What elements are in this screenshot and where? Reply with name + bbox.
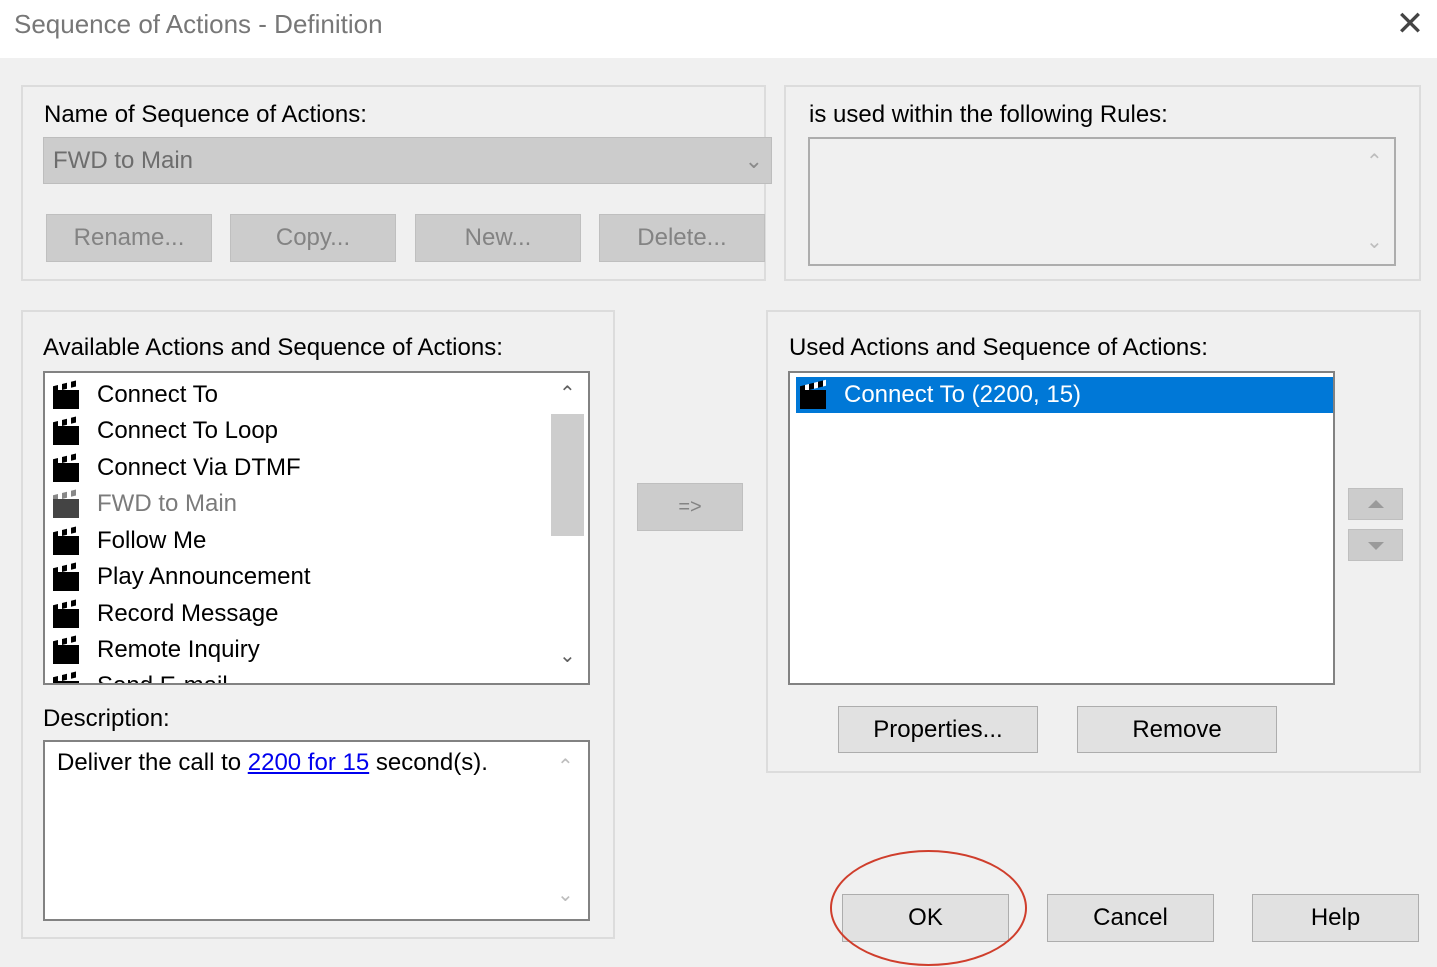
clapperboard-icon: [51, 598, 81, 628]
list-item-label: Remote Inquiry: [97, 636, 260, 663]
list-item-label: Record Message: [97, 600, 279, 627]
scroll-down-icon[interactable]: ⌄: [559, 643, 576, 668]
list-item[interactable]: Play Announcement: [51, 559, 310, 595]
move-up-button[interactable]: [1348, 488, 1403, 520]
remove-button[interactable]: Remove: [1077, 706, 1277, 753]
clapperboard-icon: [51, 525, 81, 555]
scroll-up-icon[interactable]: ⌃: [1366, 149, 1383, 174]
sequence-name-combo: FWD to Main ⌄: [43, 137, 772, 184]
used-actions-list[interactable]: Connect To (2200, 15): [788, 371, 1335, 685]
list-item-selected[interactable]: Connect To (2200, 15): [796, 377, 1333, 413]
list-item-label: Connect To: [97, 381, 218, 408]
list-item-label: Play Announcement: [97, 563, 311, 590]
close-icon[interactable]: ✕: [1394, 6, 1426, 42]
list-item-label: Connect To Loop: [97, 417, 279, 444]
list-item-label: Connect To (2200, 15): [844, 381, 1082, 408]
list-item[interactable]: Connect To Loop: [51, 413, 278, 449]
list-item[interactable]: Follow Me: [51, 523, 206, 559]
list-item[interactable]: Connect To: [51, 377, 218, 413]
description-prefix: Deliver the call to: [57, 749, 248, 776]
rules-list[interactable]: ⌃ ⌄: [808, 137, 1396, 266]
description-suffix: second(s).: [369, 749, 488, 776]
list-item-label: Follow Me: [97, 527, 207, 554]
title-bar: Sequence of Actions - Definition ✕: [0, 0, 1437, 58]
cancel-button[interactable]: Cancel: [1047, 894, 1214, 942]
combo-value: FWD to Main: [53, 147, 194, 174]
annotation-circle: [830, 850, 1027, 966]
list-item[interactable]: Connect Via DTMF: [51, 450, 301, 486]
list-item[interactable]: FWD to Main: [51, 486, 237, 522]
description-label: Description:: [43, 705, 170, 732]
clapperboard-icon: [51, 415, 81, 445]
rename-button[interactable]: Rename...: [46, 214, 212, 262]
clapperboard-icon: [51, 634, 81, 664]
description-link[interactable]: 2200 for 15: [248, 749, 369, 776]
chevron-down-icon: ⌄: [744, 148, 763, 173]
scroll-thumb[interactable]: [551, 414, 584, 536]
clapperboard-icon: [51, 488, 81, 518]
list-item[interactable]: Remote Inquiry: [51, 632, 260, 668]
available-label: Available Actions and Sequence of Action…: [43, 334, 503, 361]
used-label: Used Actions and Sequence of Actions:: [789, 334, 1208, 361]
list-item-label: FWD to Main: [97, 490, 238, 517]
rules-label: is used within the following Rules:: [809, 101, 1168, 128]
clapperboard-icon: [51, 379, 81, 409]
copy-button[interactable]: Copy...: [230, 214, 396, 262]
scroll-up-icon[interactable]: ⌃: [557, 754, 574, 779]
list-item-label: Send E-mail: [97, 672, 228, 683]
clapperboard-icon: [51, 561, 81, 591]
clapperboard-icon: [51, 670, 81, 683]
move-down-button[interactable]: [1348, 529, 1403, 561]
scroll-down-icon[interactable]: ⌄: [1366, 229, 1383, 254]
clapperboard-icon: [51, 452, 81, 482]
new-button[interactable]: New...: [415, 214, 581, 262]
list-scrollbar[interactable]: ⌃ ⌄: [550, 373, 588, 683]
name-label: Name of Sequence of Actions:: [44, 101, 367, 128]
arrow-up-icon: [1368, 500, 1384, 508]
delete-button[interactable]: Delete...: [599, 214, 765, 262]
scroll-down-icon[interactable]: ⌄: [557, 882, 574, 907]
scroll-up-icon[interactable]: ⌃: [559, 381, 576, 406]
list-item-label: Connect Via DTMF: [97, 454, 301, 481]
description-box: Deliver the call to 2200 for 15 second(s…: [43, 740, 590, 921]
add-action-button[interactable]: =>: [637, 483, 743, 531]
window-title: Sequence of Actions - Definition: [14, 9, 383, 39]
properties-button[interactable]: Properties...: [838, 706, 1038, 753]
help-button[interactable]: Help: [1252, 894, 1419, 942]
description-text: Deliver the call to 2200 for 15 second(s…: [57, 749, 488, 777]
arrow-down-icon: [1368, 542, 1384, 550]
available-actions-list[interactable]: Connect To Connect To Loop Connect Via D…: [43, 371, 590, 685]
clapperboard-icon: [798, 379, 828, 409]
list-item[interactable]: Record Message: [51, 596, 278, 632]
list-item[interactable]: Send E-mail: [51, 668, 228, 683]
